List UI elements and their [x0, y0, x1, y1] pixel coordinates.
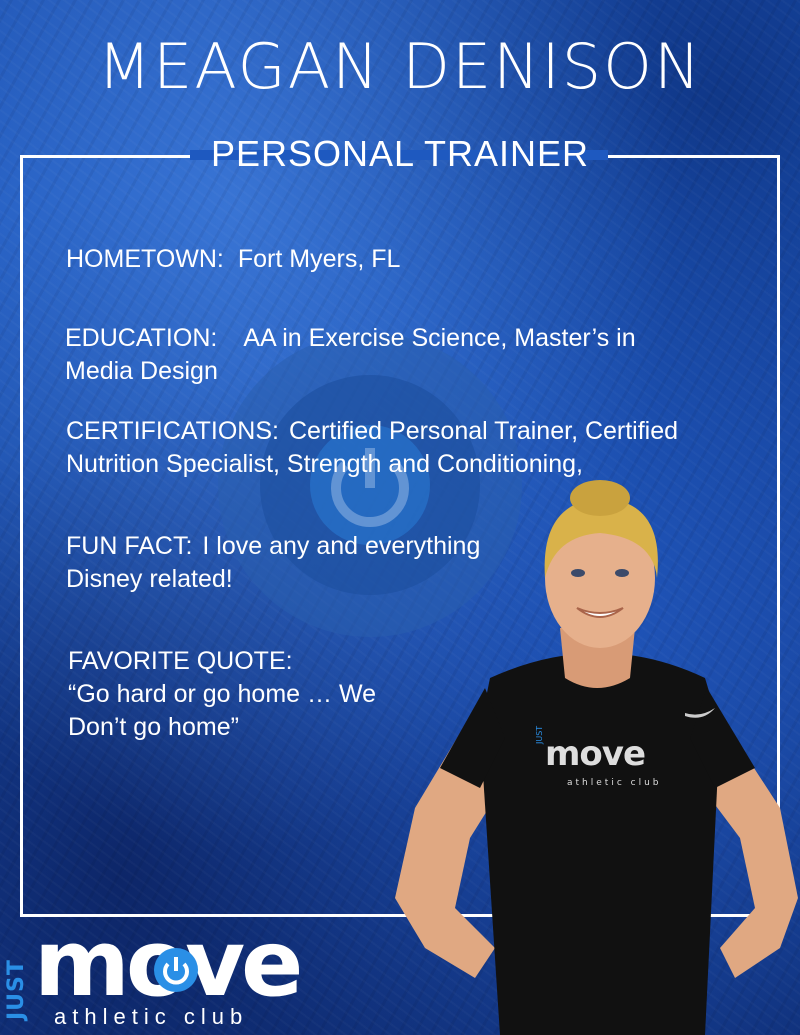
favorite-quote-label: FAVORITE QUOTE: — [68, 647, 293, 675]
education-field: EDUCATION: AA in Exercise Science, Master… — [65, 322, 636, 388]
education-label: EDUCATION: — [65, 324, 218, 352]
logo-power-icon — [154, 948, 198, 992]
shirt-logo-move: move — [545, 734, 646, 774]
fun-fact-label: FUN FACT: — [66, 532, 193, 560]
logo-just: JUST — [4, 959, 29, 1020]
favorite-quote-value-line1: “Go hard or go home … We — [68, 680, 377, 708]
education-value-line1: AA in Exercise Science, Master’s in — [243, 324, 636, 352]
role-title-wrap: PERSONAL TRAINER — [0, 133, 800, 175]
favorite-quote-field: FAVORITE QUOTE: “Go hard or go home … We… — [68, 645, 376, 744]
certifications-field: CERTIFICATIONS: Certified Personal Traine… — [66, 415, 678, 481]
trainer-name: MEAGAN DENISON — [97, 30, 703, 103]
certifications-value-line2: Nutrition Specialist, Strength and Condi… — [66, 450, 583, 478]
certifications-label: CERTIFICATIONS: — [66, 417, 279, 445]
role-title: PERSONAL TRAINER — [210, 133, 590, 174]
logo-sub: athletic club — [54, 1004, 249, 1029]
shirt-logo-just: JUST — [535, 725, 544, 744]
hometown-label: HOMETOWN: — [66, 245, 224, 273]
shirt-logo: JUST move athletic club — [535, 726, 662, 789]
shirt-logo-sub: athletic club — [567, 778, 662, 788]
favorite-quote-value-line2: Don’t go home” — [68, 713, 239, 741]
hometown-field: HOMETOWN: Fort Myers, FL — [66, 243, 400, 276]
education-value-line2: Media Design — [65, 357, 218, 385]
hometown-value: Fort Myers, FL — [237, 245, 401, 273]
fun-fact-value-line2: Disney related! — [66, 565, 233, 593]
certifications-value-line1: Certified Personal Trainer, Certified — [288, 417, 679, 445]
